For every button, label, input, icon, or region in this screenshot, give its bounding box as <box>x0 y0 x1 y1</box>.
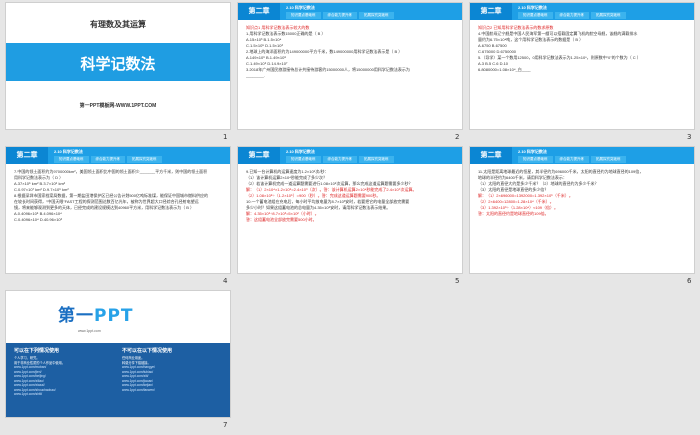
tab-advanced: 综合能力提升练 <box>322 156 357 163</box>
section-label: 2.10 科学记数法 <box>54 149 83 154</box>
chapter-label: 第二章 <box>470 147 512 164</box>
slide7-info-panel: 可以在下列情况使用 个人学习、研究。 用于非商业性质的个人作品中使用。 www.… <box>6 343 230 417</box>
slide-thumbnail-6[interactable]: 第二章 2.10 科学记数法 知识要点基础练 综合能力提升练 拓展探究突破练 1… <box>470 147 694 273</box>
slide7-logo-area: 第一PPT www.1ppt.com <box>6 291 230 343</box>
tab-basic: 知识要点基础练 <box>286 156 321 163</box>
slide-thumbnail-3[interactable]: 第二章 2.10 科学记数法 知识要点基础练 综合能力提升练 拓展探究突破练 知… <box>470 3 694 129</box>
brand-logo: 第一PPT <box>58 301 134 326</box>
section-label: 2.10 科学记数法 <box>518 149 547 154</box>
text-line: 答：这组蓄电池全部放完需要500小时。 <box>246 217 317 222</box>
slide-header: 第二章 2.10 科学记数法 知识要点基础练 综合能力提升练 拓展探究突破练 <box>470 147 694 164</box>
slide-number-7: 7 <box>223 421 228 429</box>
tab-basic: 知识要点基础练 <box>54 156 89 163</box>
slide-thumbnail-2[interactable]: 第二章 2.10 科学记数法 知识要点基础练 综合能力提升练 拓展探究突破练 知… <box>238 3 462 129</box>
slide1-banner-text: 科学记数法 <box>80 56 156 73</box>
slide-number-2: 2 <box>455 133 460 141</box>
chapter-label: 第二章 <box>238 3 280 20</box>
logo-part-b: PPT <box>94 306 134 326</box>
slide-header: 第二章 2.10 科学记数法 知识要点基础练 综合能力提升练 拓展探究突破练 <box>6 147 230 164</box>
resource-link[interactable]: www.1ppt.com/shiti/ <box>14 392 114 397</box>
link-list-b: www.1ppt.com/hangye/www.1ppt.com/tubiao/… <box>122 365 222 392</box>
section-label: 2.10 科学记数法 <box>518 5 547 10</box>
slide-header: 第二章 2.10 科学记数法 知识要点基础练 综合能力提升练 拓展探究突破练 <box>470 3 694 20</box>
slide-thumbnail-4[interactable]: 第二章 2.10 科学记数法 知识要点基础练 综合能力提升练 拓展探究突破练 7… <box>6 147 230 273</box>
tab-advanced: 综合能力提升练 <box>322 12 357 19</box>
slide-thumbnail-7[interactable]: 第一PPT www.1ppt.com 可以在下列情况使用 个人学习、研究。 用于… <box>6 291 230 417</box>
header-tabs: 知识要点基础练 综合能力提升练 拓展探究突破练 <box>518 12 626 19</box>
slide-number-3: 3 <box>687 133 692 141</box>
text-line: ________. <box>246 73 265 78</box>
tab-basic: 知识要点基础练 <box>518 156 553 163</box>
slide3-body: 知识点2 已知用科学记数法表示的数求原数 4.中国航母辽宁舰是中国人民海军第一艘可… <box>478 25 686 73</box>
chapter-label: 第二章 <box>238 147 280 164</box>
tab-advanced: 综合能力提升练 <box>90 156 125 163</box>
header-tabs: 知识要点基础练 综合能力提升练 拓展探究突破练 <box>518 156 626 163</box>
tab-extension: 拓展探究突破练 <box>359 156 394 163</box>
tab-extension: 拓展探究突破练 <box>591 12 626 19</box>
slide1-banner: 科学记数法 <box>6 43 230 81</box>
slide-number-5: 5 <box>455 277 460 285</box>
slide-number-6: 6 <box>687 277 692 285</box>
section-label: 2.10 科学记数法 <box>286 149 315 154</box>
slide-number-1: 1 <box>223 133 228 141</box>
tab-basic: 知识要点基础练 <box>286 12 321 19</box>
text-line: 6.8080000=1.08×10⁴_白____ <box>478 67 531 72</box>
slide-thumbnail-1[interactable]: 有理数及其运算 科学记数法 第一PPT模板网-WWW.1PPT.COM <box>6 3 230 129</box>
slide-thumbnail-5[interactable]: 第二章 2.10 科学记数法 知识要点基础练 综合能力提升练 拓展探究突破练 9… <box>238 147 462 273</box>
link-list-a: www.1ppt.com/moban/www.1ppt.com/jieri/ww… <box>14 365 114 397</box>
allowed-usage-heading: 可以在下列情况使用 <box>14 348 60 354</box>
slide6-body: 11.太阳是距离地球最近的恒星，其半径约为696000千米，太阳的直径约为地球直… <box>478 169 686 217</box>
section-label: 2.10 科学记数法 <box>286 5 315 10</box>
slide1-title: 有理数及其运算 <box>90 20 146 29</box>
slide2-body: 知识点1 用科学记数法表示较大的数 1.用科学记数法表示数15000正确的是（ B… <box>246 25 454 79</box>
chapter-label: 第二章 <box>6 147 48 164</box>
tab-extension: 拓展探究突破练 <box>359 12 394 19</box>
chapter-label: 第二章 <box>470 3 512 20</box>
slide5-body: 9.已知一台计算机的运算速度为1.2×10⁵次/秒： （1）该计算机运算2×10⁴… <box>246 169 454 223</box>
text-line: 答：太阳的直径约是地球直径的109倍。 <box>478 211 549 216</box>
brand-domain: www.1ppt.com <box>78 329 101 333</box>
tab-basic: 知识要点基础练 <box>518 12 553 19</box>
header-tabs: 知识要点基础练 综合能力提升练 拓展探究突破练 <box>54 156 162 163</box>
allowed-usage-column: 可以在下列情况使用 个人学习、研究。 用于非商业性质的个人作品中使用。 www.… <box>14 347 114 397</box>
disallowed-usage-heading: 不可以在以下情况使用 <box>122 348 173 354</box>
tab-advanced: 综合能力提升练 <box>554 156 589 163</box>
slide-header: 第二章 2.10 科学记数法 知识要点基础练 综合能力提升练 拓展探究突破练 <box>238 3 462 20</box>
header-tabs: 知识要点基础练 综合能力提升练 拓展探究突破练 <box>286 12 394 19</box>
slide4-body: 7.中国的领土面积约为9700000km²，美国领土面积比中国的领土面积少___… <box>14 169 222 223</box>
text-line: C.0.4096×10⁴ D.40.96×10³ <box>14 217 62 222</box>
tab-advanced: 综合能力提升练 <box>554 12 589 19</box>
slide-header: 第二章 2.10 科学记数法 知识要点基础练 综合能力提升练 拓展探究突破练 <box>238 147 462 164</box>
resource-link[interactable]: www.1ppt.com/fanwen/ <box>122 388 222 393</box>
disallowed-usage-column: 不可以在以下情况使用 任何商业用途。 转载分享下载链接。 www.1ppt.co… <box>122 347 222 392</box>
slide-number-4: 4 <box>223 277 228 285</box>
logo-part-a: 第一 <box>58 306 94 326</box>
tab-extension: 拓展探究突破练 <box>591 156 626 163</box>
tab-extension: 拓展探究突破练 <box>127 156 162 163</box>
slide1-footer: 第一PPT模板网-WWW.1PPT.COM <box>79 103 157 109</box>
header-tabs: 知识要点基础练 综合能力提升练 拓展探究突破练 <box>286 156 394 163</box>
